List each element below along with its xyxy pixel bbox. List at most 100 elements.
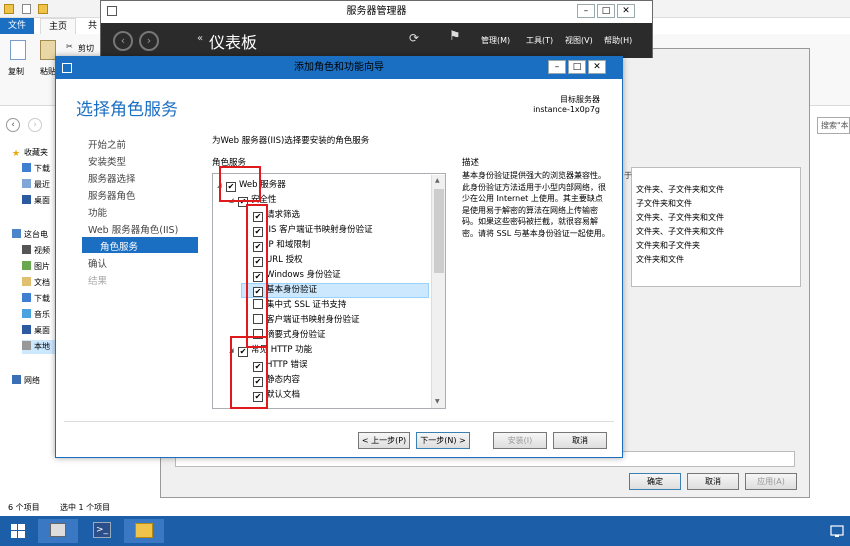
scissors-icon[interactable]: ✂ [66, 42, 73, 51]
picture-icon [22, 261, 31, 270]
list-item[interactable]: 文件夹和子文件夹 [636, 240, 700, 251]
network-icon [12, 375, 21, 384]
notification-flag-icon[interactable]: ⚑ [449, 29, 461, 44]
next-button[interactable]: 下一步(N) > [416, 432, 470, 449]
forward-icon[interactable]: › [139, 31, 159, 51]
divider [64, 421, 614, 422]
list-item[interactable]: 子文件夹和文件 [636, 198, 692, 209]
nav-network[interactable]: 网络 [12, 374, 40, 388]
computer-icon [12, 229, 21, 238]
nav-downloads-2[interactable]: 下载 [22, 292, 50, 306]
step-features[interactable]: 功能 [88, 205, 107, 219]
notification-icon[interactable] [830, 524, 844, 538]
back-icon[interactable]: ‹ [113, 31, 133, 51]
menu-help[interactable]: 帮助(H) [604, 35, 632, 46]
close-button[interactable]: ✕ [588, 60, 606, 74]
search-input[interactable]: 搜索"本 [817, 117, 850, 134]
close-button[interactable]: ✕ [617, 4, 635, 18]
scrollbar-thumb[interactable] [434, 189, 444, 273]
step-server-selection[interactable]: 服务器选择 [88, 171, 136, 185]
ok-button[interactable]: 确定 [629, 473, 681, 490]
add-roles-wizard: 添加角色和功能向导 – □ ✕ 选择角色服务 目标服务器 instance-1x… [55, 56, 623, 458]
wizard-titlebar: 添加角色和功能向导 – □ ✕ [56, 57, 622, 79]
nav-videos[interactable]: 视频 [22, 244, 50, 258]
copy-icon[interactable] [10, 40, 26, 60]
folder-icon [4, 4, 14, 14]
recent-icon [22, 179, 31, 188]
list-item[interactable]: 文件夹和文件 [636, 254, 684, 265]
copy-label[interactable]: 复制 [8, 66, 24, 77]
minimize-button[interactable]: – [548, 60, 566, 74]
nav-local-disk[interactable]: 本地 [22, 340, 58, 354]
nav-desktop-2[interactable]: 桌面 [22, 324, 50, 338]
nav-pictures[interactable]: 图片 [22, 260, 50, 274]
tree-row-client-cert[interactable]: 客户端证书映射身份验证 [253, 313, 360, 328]
tree-scrollbar[interactable]: ▲ ▼ [431, 175, 445, 408]
server-manager-header: ‹ › « 仪表板 ⟳ ⚑ 管理(M) 工具(T) 视图(V) 帮助(H) [101, 23, 652, 58]
properties-icon[interactable] [22, 4, 31, 14]
ribbon-tabs: 文件 主页 共 [0, 18, 110, 34]
nav-recent[interactable]: 最近 [22, 178, 50, 192]
status-selected-count: 选中 1 个项目 [60, 503, 111, 512]
install-button[interactable]: 安装(I) [493, 432, 547, 449]
step-server-roles[interactable]: 服务器角色 [88, 188, 136, 202]
maximize-button[interactable]: □ [568, 60, 586, 74]
cancel-button[interactable]: 取消 [553, 432, 607, 449]
paste-icon[interactable] [40, 40, 56, 60]
step-confirmation[interactable]: 确认 [88, 256, 107, 270]
back-icon[interactable]: ‹ [6, 118, 20, 132]
nav-downloads[interactable]: 下载 [22, 162, 50, 176]
minimize-button[interactable]: – [577, 4, 595, 18]
step-results: 结果 [88, 276, 108, 287]
step-role-services[interactable]: 角色服务 [100, 239, 138, 253]
nav-music[interactable]: 音乐 [22, 308, 50, 322]
taskbar-server-manager[interactable] [38, 519, 78, 543]
start-button[interactable] [0, 519, 36, 543]
folder-icon [135, 523, 153, 538]
server-name: instance-1x0p7g [533, 105, 600, 114]
new-folder-icon[interactable] [38, 4, 48, 14]
tree-row-iis-client-cert[interactable]: ✔ IIS 客户端证书映射身份验证 [253, 223, 373, 238]
paste-label[interactable]: 粘贴 [40, 66, 56, 77]
apply-button[interactable]: 应用(A) [745, 473, 797, 490]
taskbar-powershell[interactable]: >_ [82, 519, 122, 543]
navigation-pane: ★ 收藏夹 下载 最近 桌面 这台电 视频 图片 文档 下载 音乐 桌面 本地 网… [0, 142, 58, 492]
previous-button[interactable]: < 上一步(P) [358, 432, 410, 449]
intro-text: 为Web 服务器(IIS)选择要安装的角色服务 [212, 136, 370, 146]
nav-favorites[interactable]: ★ 收藏夹 [12, 146, 48, 160]
menu-manage[interactable]: 管理(M) [481, 35, 510, 46]
refresh-icon[interactable]: ⟳ [409, 31, 419, 45]
nav-this-pc[interactable]: 这台电 [12, 228, 48, 242]
step-web-server-role[interactable]: Web 服务器角色(IIS) [88, 222, 178, 236]
app-icon [107, 6, 117, 16]
scroll-up-icon[interactable]: ▲ [435, 177, 440, 184]
menu-view[interactable]: 视图(V) [565, 35, 593, 46]
cut-label[interactable]: 剪切 [78, 43, 94, 54]
list-item[interactable]: 文件夹、子文件夹和文件 [636, 184, 724, 195]
disk-icon [22, 341, 31, 350]
page-heading: 选择角色服务 [76, 100, 178, 120]
menu-tools[interactable]: 工具(T) [526, 35, 553, 46]
list-item[interactable]: 文件夹、子文件夹和文件 [636, 226, 724, 237]
step-before-you-begin[interactable]: 开始之前 [88, 137, 126, 151]
powershell-icon: >_ [93, 522, 111, 538]
forward-icon[interactable]: › [28, 118, 42, 132]
desktop-icon [22, 325, 31, 334]
tab-file[interactable]: 文件 [0, 18, 35, 34]
desktop-icon [22, 195, 31, 204]
nav-desktop[interactable]: 桌面 [22, 194, 50, 208]
wizard-title: 添加角色和功能向导 [294, 62, 384, 73]
scroll-down-icon[interactable]: ▼ [435, 398, 440, 405]
step-installation-type[interactable]: 安装类型 [88, 154, 126, 168]
destination-server: 目标服务器 instance-1x0p7g [476, 95, 600, 115]
server-manager-window: 服务器管理器 – □ ✕ ‹ › « 仪表板 ⟳ ⚑ 管理(M) 工具(T) 视… [100, 0, 653, 58]
list-item[interactable]: 文件夹、子文件夹和文件 [636, 212, 724, 223]
star-icon: ★ [12, 149, 21, 159]
taskbar-explorer[interactable] [124, 519, 164, 543]
cancel-button[interactable]: 取消 [687, 473, 739, 490]
video-icon [22, 245, 31, 254]
tab-home[interactable]: 主页 [40, 18, 77, 34]
nav-documents[interactable]: 文档 [22, 276, 50, 290]
maximize-button[interactable]: □ [597, 4, 615, 18]
server-label: 目标服务器 [560, 95, 600, 104]
